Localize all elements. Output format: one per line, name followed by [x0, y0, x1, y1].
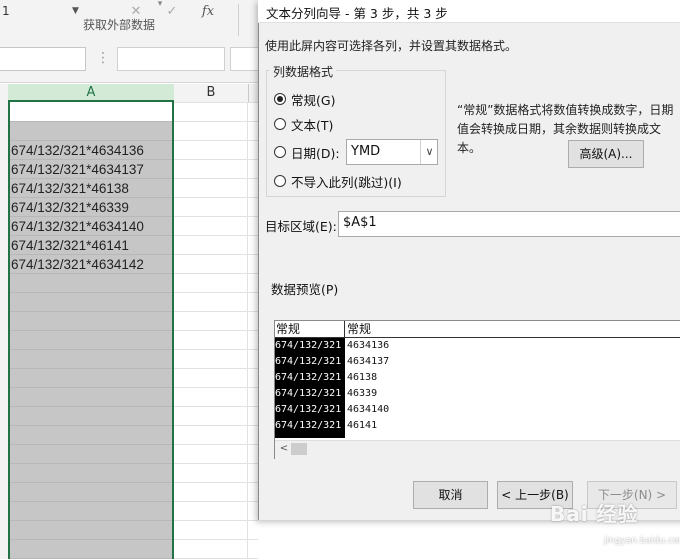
- date-format-value: YMD: [351, 144, 381, 159]
- radio-text-indicator[interactable]: [274, 118, 286, 130]
- formula-buttons: [117, 47, 225, 71]
- advanced-button[interactable]: 高级(A)...: [568, 140, 644, 168]
- preview-cell: 4634136: [347, 340, 390, 351]
- baidu-watermark: Bai 经验: [550, 502, 639, 526]
- column-format-group-label: 列数据格式: [270, 63, 337, 80]
- cancel-entry-icon[interactable]: ✕: [126, 3, 146, 21]
- cell-a6[interactable]: 674/132/321*46339: [11, 198, 171, 217]
- destination-value: $A$1: [343, 215, 377, 230]
- chevron-down-icon[interactable]: ∨: [420, 140, 438, 164]
- radio-general-indicator[interactable]: [274, 93, 286, 105]
- grid-line: [247, 102, 248, 559]
- data-preview-label: 数据预览(P): [271, 282, 339, 297]
- cell-a5[interactable]: 674/132/321*46138: [11, 179, 171, 198]
- dialog-instructions: 使用此屏内容可选择各列，并设置其数据格式。: [265, 39, 518, 53]
- cell-a3[interactable]: 674/132/321*4634136: [11, 141, 171, 160]
- preview-cell: 674/132/321: [275, 372, 342, 383]
- more-icon: ⋮: [96, 50, 110, 66]
- preview-cell: 46138: [347, 372, 378, 383]
- preview-cell: 46339: [347, 388, 378, 399]
- cell-a7[interactable]: 674/132/321*4634140: [11, 217, 171, 236]
- preview-cell: 674/132/321: [275, 388, 342, 399]
- name-box-value: 1: [2, 4, 10, 18]
- radio-skip-label: 不导入此列(跳过)(I): [291, 174, 402, 190]
- preview-header-2[interactable]: 常规: [347, 322, 371, 337]
- radio-date[interactable]: 日期(D):: [274, 142, 340, 162]
- confirm-entry-icon[interactable]: ✓: [162, 3, 182, 21]
- preview-header-1[interactable]: 常规: [276, 322, 300, 337]
- radio-text-label: 文本(T): [291, 117, 334, 133]
- preview-cell: 46141: [347, 420, 378, 431]
- formula-input[interactable]: [230, 47, 260, 71]
- cell-a4[interactable]: 674/132/321*4634137: [11, 160, 171, 179]
- preview-cell: 674/132/321: [275, 356, 342, 367]
- preview-cell: 674/132/321: [275, 420, 342, 431]
- scroll-left-icon[interactable]: <: [277, 441, 291, 457]
- column-header-a[interactable]: A: [8, 84, 174, 102]
- cell-a8[interactable]: 674/132/321*46141: [11, 236, 171, 255]
- cell-a1[interactable]: [10, 102, 172, 121]
- destination-label: 目标区域(E):: [265, 219, 337, 234]
- cell-a9[interactable]: 674/132/321*4634142: [11, 255, 171, 274]
- radio-skip-indicator[interactable]: [274, 175, 286, 187]
- preview-cell: 4634137: [347, 356, 390, 367]
- column-header-b[interactable]: B: [175, 84, 247, 102]
- preview-cell: 674/132/321: [275, 404, 342, 415]
- radio-skip[interactable]: 不导入此列(跳过)(I): [274, 171, 402, 191]
- scrollbar-thumb[interactable]: [291, 443, 307, 455]
- preview-cell: 4634140: [347, 404, 390, 415]
- name-box-dropdown-icon[interactable]: ▼: [72, 6, 79, 16]
- radio-text[interactable]: 文本(T): [274, 114, 333, 134]
- cancel-button[interactable]: 取消: [413, 481, 488, 509]
- ribbon-divider: [238, 4, 239, 36]
- radio-date-indicator[interactable]: [274, 146, 286, 158]
- watermark-url: jingyan.baidu.com: [604, 536, 680, 546]
- radio-date-label: 日期(D):: [291, 145, 340, 161]
- preview-column-divider: [344, 321, 345, 337]
- radio-general[interactable]: 常规(G): [274, 89, 335, 109]
- insert-function-icon[interactable]: fx: [198, 3, 218, 21]
- destination-input[interactable]: [338, 211, 680, 237]
- name-box[interactable]: [0, 47, 86, 71]
- preview-header-row: [275, 321, 680, 338]
- preview-cell: 674/132/321: [275, 340, 342, 351]
- dialog-title: 文本分列向导 - 第 3 步，共 3 步: [266, 6, 448, 21]
- radio-general-label: 常规(G): [291, 92, 336, 108]
- preview-horizontal-scrollbar[interactable]: [275, 440, 680, 459]
